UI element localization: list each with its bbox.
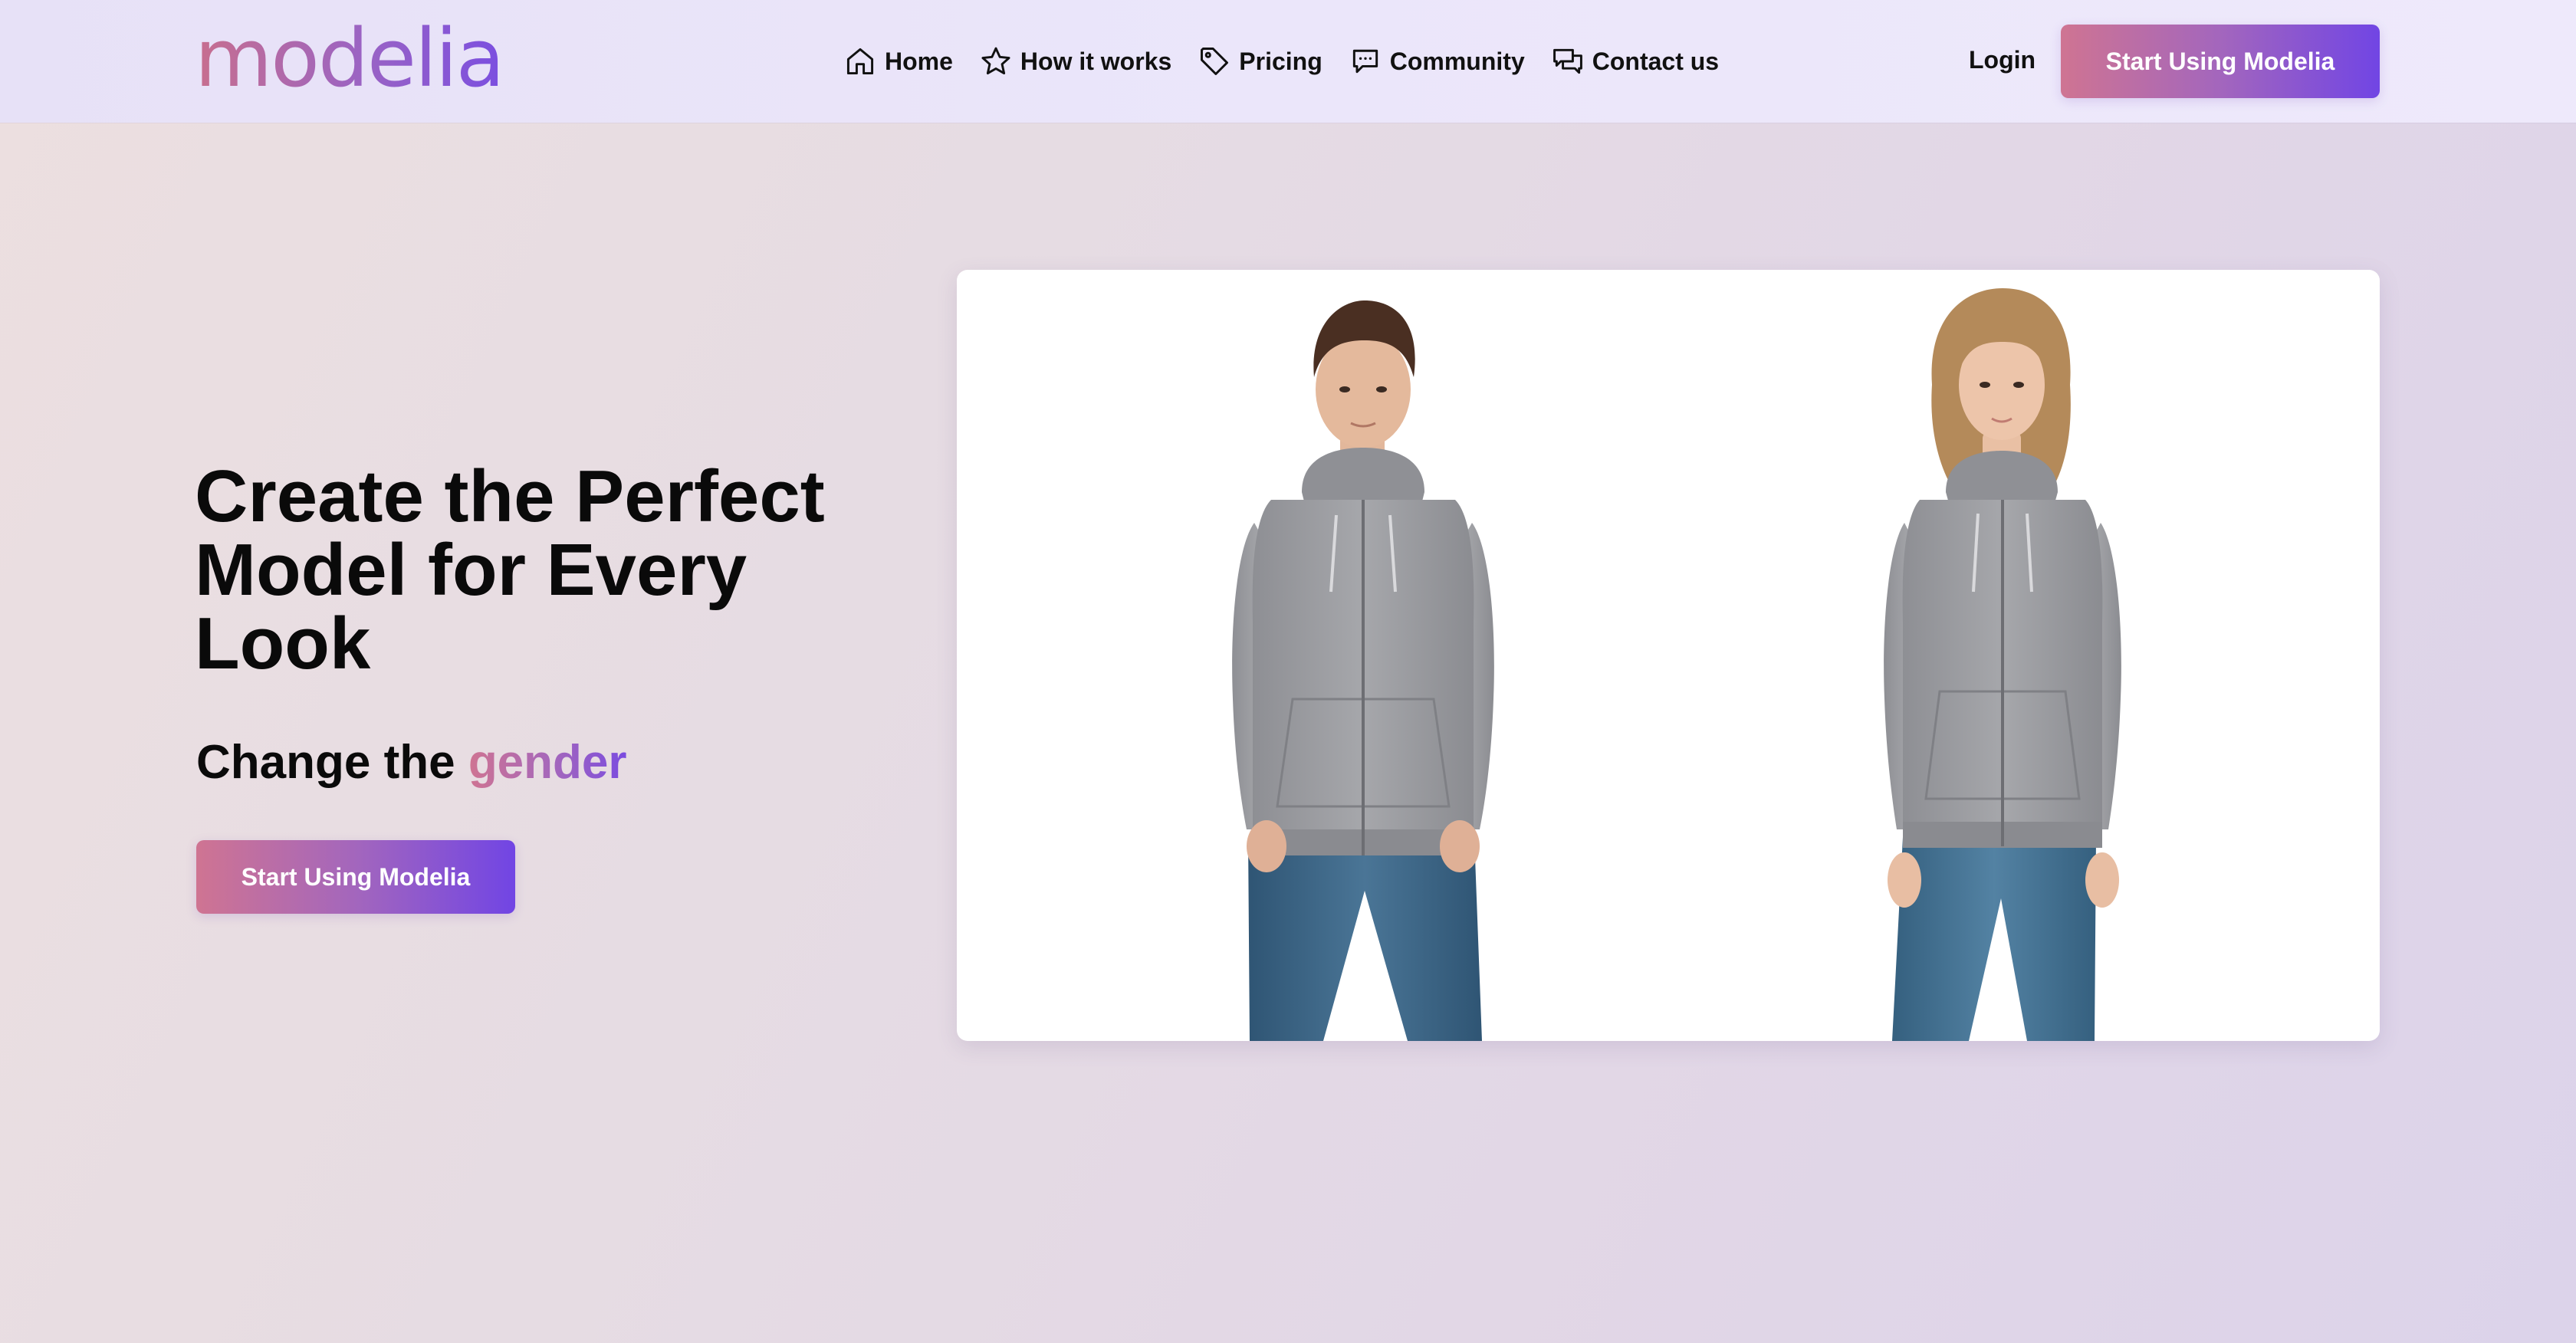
tag-icon — [1201, 48, 1229, 75]
nav-item-contact-us[interactable]: Contact us — [1551, 44, 1719, 78]
nav-item-pricing[interactable]: Pricing — [1198, 44, 1322, 78]
female-model-image — [1884, 288, 2121, 1041]
hero-subtitle-accent: gender — [468, 736, 627, 789]
nav-item-how-it-works[interactable]: How it works — [979, 44, 1171, 78]
hero-title: Create the Perfect Model for Every Look — [195, 455, 825, 685]
login-link[interactable]: Login — [1969, 43, 2036, 77]
nav-label-how-it-works: How it works — [1020, 47, 1172, 75]
hero-subtitle: Change the gender — [196, 736, 627, 790]
start-using-button-hero[interactable]: Start Using Modelia — [196, 840, 515, 914]
nav-item-community[interactable]: Community — [1349, 44, 1525, 78]
start-using-button-header[interactable]: Start Using Modelia — [2061, 25, 2380, 98]
nav-item-home[interactable]: Home — [843, 44, 953, 78]
hero-subtitle-prefix: Change the — [196, 736, 468, 789]
main-nav: Home How it works Pricing Community Cont… — [843, 40, 1719, 83]
nav-label-pricing: Pricing — [1239, 47, 1322, 75]
nav-label-home: Home — [885, 47, 953, 75]
star-icon — [981, 47, 1010, 75]
top-navbar: modelia Home How it works Pricing Commun… — [0, 0, 2576, 123]
model-showcase-card — [957, 270, 2380, 1041]
nav-label-community: Community — [1389, 47, 1525, 75]
modelia-logo[interactable]: modelia — [195, 12, 504, 104]
chats-icon — [1552, 48, 1582, 74]
nav-label-contact-us: Contact us — [1592, 47, 1720, 75]
home-icon — [846, 48, 874, 75]
chat-icon — [1352, 49, 1378, 74]
male-model-image — [1232, 300, 1494, 1041]
